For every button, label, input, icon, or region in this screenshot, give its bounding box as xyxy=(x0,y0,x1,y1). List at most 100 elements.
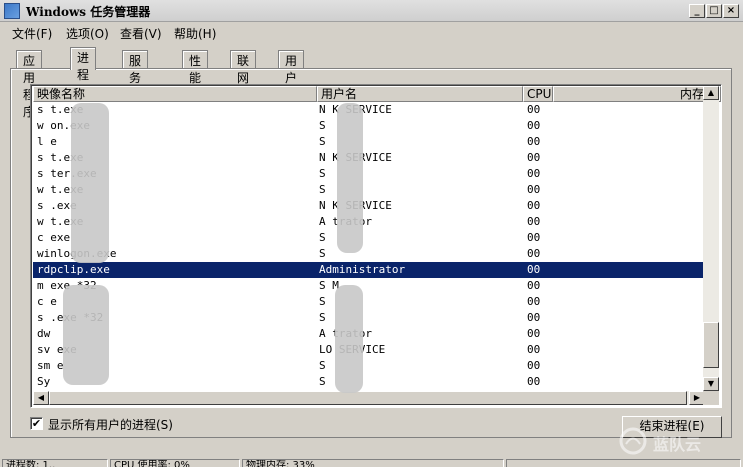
status-cpu-usage: CPU 使用率: 0% xyxy=(110,459,240,467)
table-row[interactable]: s .exe *32S00 xyxy=(33,310,707,326)
blur-patch xyxy=(71,103,109,263)
blur-patch xyxy=(63,285,109,385)
show-all-users-checkbox[interactable]: ✔ xyxy=(30,417,43,430)
table-row[interactable]: w t.exe S 00 xyxy=(33,182,707,198)
process-name: dw xyxy=(37,327,51,340)
process-user: S xyxy=(319,359,326,372)
tab-applications[interactable]: 应用程序 xyxy=(16,50,43,119)
process-user: S xyxy=(319,119,326,132)
minimize-button[interactable]: _ xyxy=(689,4,705,18)
show-all-users-label[interactable]: 显示所有用户的进程(S) xyxy=(48,416,173,433)
process-cpu: 00 xyxy=(527,343,541,356)
process-user: S xyxy=(319,135,326,148)
tab-networking[interactable]: 联网 xyxy=(230,50,257,85)
process-cpu: 00 xyxy=(527,311,541,324)
column-user-name[interactable]: 用户名 xyxy=(317,86,523,102)
process-cpu: 00 xyxy=(527,231,541,244)
table-row[interactable]: w on.exe S 00 xyxy=(33,118,707,134)
watermark-logo: 蓝队云 xyxy=(617,425,737,457)
table-row[interactable]: winlogon.exeS00 xyxy=(33,246,707,262)
process-cpu: 00 xyxy=(527,247,541,260)
process-name: c e xyxy=(37,295,57,308)
process-user: S xyxy=(319,183,326,196)
maximize-button[interactable]: □ xyxy=(706,4,722,18)
process-cpu: 00 xyxy=(527,263,541,276)
process-cpu: 00 xyxy=(527,375,541,388)
status-memory: 物理内存: 33% xyxy=(242,459,504,467)
menu-help[interactable]: 帮助(H) xyxy=(174,25,216,42)
table-row[interactable]: sv exeLO SERVICE00 xyxy=(33,342,707,358)
process-cpu: 00 xyxy=(527,199,541,212)
menu-file[interactable]: 文件(F) xyxy=(12,25,52,42)
process-name: rdpclip.exe xyxy=(37,263,110,276)
column-memory-label: 内存 xyxy=(679,87,704,101)
scroll-up-icon[interactable]: ▲ xyxy=(703,86,719,100)
process-user: S xyxy=(319,231,326,244)
process-user: S xyxy=(319,167,326,180)
table-row[interactable]: m exe *32S M00 xyxy=(33,278,707,294)
process-user: Administrator xyxy=(319,263,406,276)
menu-bar: 文件(F) 选项(O) 查看(V) 帮助(H) xyxy=(0,22,743,42)
process-user: S xyxy=(319,311,326,324)
tab-users[interactable]: 用户 xyxy=(278,50,305,85)
task-manager-icon xyxy=(4,3,20,19)
table-row[interactable]: s ter.exe S 00 xyxy=(33,166,707,182)
process-name: Sy xyxy=(37,375,51,388)
table-row[interactable]: dwA trator00 xyxy=(33,326,707,342)
table-row[interactable]: c e S 00 xyxy=(33,294,707,310)
title-bar: Windows 任务管理器 _ □ × xyxy=(0,0,743,22)
process-cpu: 00 xyxy=(527,135,541,148)
table-row[interactable]: s t.exe N K SERVICE 00 xyxy=(33,102,707,118)
watermark-text: 蓝队云 xyxy=(653,435,702,454)
process-user: S xyxy=(319,295,326,308)
table-row[interactable]: Sy S 00 xyxy=(33,374,707,390)
scroll-left-icon[interactable]: ◀ xyxy=(33,391,49,405)
process-cpu: 00 xyxy=(527,167,541,180)
status-bar: 进程数: 1.. CPU 使用率: 0% 物理内存: 33% xyxy=(0,456,743,467)
status-process-count: 进程数: 1.. xyxy=(2,459,108,467)
process-cpu: 00 xyxy=(527,327,541,340)
table-row[interactable]: c exe S 00 xyxy=(33,230,707,246)
window-title: Windows 任务管理器 xyxy=(26,5,151,19)
process-name: sm e xyxy=(37,359,64,372)
horizontal-scroll-thumb[interactable] xyxy=(49,391,687,405)
process-cpu: 00 xyxy=(527,119,541,132)
process-cpu: 00 xyxy=(527,359,541,372)
list-header: 映像名称 用户名 CPU 内存 ▲ xyxy=(33,86,721,102)
vertical-scrollbar[interactable]: ▲ ▼ xyxy=(703,86,719,391)
process-cpu: 00 xyxy=(527,183,541,196)
table-row[interactable]: l e S 00 xyxy=(33,134,707,150)
process-cpu: 00 xyxy=(527,279,541,292)
column-cpu[interactable]: CPU xyxy=(523,86,553,102)
table-row[interactable]: w t.exeA trator00 xyxy=(33,214,707,230)
table-row[interactable]: sm e S 00 xyxy=(33,358,707,374)
process-user: S xyxy=(319,247,326,260)
process-cpu: 00 xyxy=(527,295,541,308)
menu-options[interactable]: 选项(O) xyxy=(66,25,109,42)
close-button[interactable]: × xyxy=(723,4,739,18)
blur-patch xyxy=(335,285,363,393)
status-empty-pane xyxy=(506,459,741,467)
process-rows: s t.exe N K SERVICE 00 w on.exe S 00 l e S 00 s t… xyxy=(33,102,707,390)
process-list[interactable]: 映像名称 用户名 CPU 内存 ▲ s t.exeN K SERVICE00 w … xyxy=(30,84,722,408)
tab-services[interactable]: 服务 xyxy=(122,50,149,85)
process-user: S xyxy=(319,375,326,388)
table-row[interactable]: rdpclip.exe Administrator 00 xyxy=(33,262,707,278)
scroll-down-icon[interactable]: ▼ xyxy=(703,377,719,391)
column-memory[interactable]: 内存 ▲ xyxy=(553,86,721,102)
scroll-corner xyxy=(703,391,719,405)
process-cpu: 00 xyxy=(527,151,541,164)
column-image-name[interactable]: 映像名称 xyxy=(33,86,317,102)
process-cpu: 00 xyxy=(527,103,541,116)
process-name: c exe xyxy=(37,231,71,244)
vertical-scroll-thumb[interactable] xyxy=(703,322,719,368)
tab-processes[interactable]: 进程 xyxy=(70,47,97,82)
table-row[interactable]: s .exe N K SERVICE 00 xyxy=(33,198,707,214)
horizontal-scrollbar[interactable]: ◀ ▶ xyxy=(33,391,705,405)
table-row[interactable]: s t.exe N K SERVICE 00 xyxy=(33,150,707,166)
process-name: l e xyxy=(37,135,57,148)
menu-view[interactable]: 查看(V) xyxy=(120,25,162,42)
tab-performance[interactable]: 性能 xyxy=(182,50,209,85)
blur-patch xyxy=(337,103,363,253)
process-cpu: 00 xyxy=(527,215,541,228)
